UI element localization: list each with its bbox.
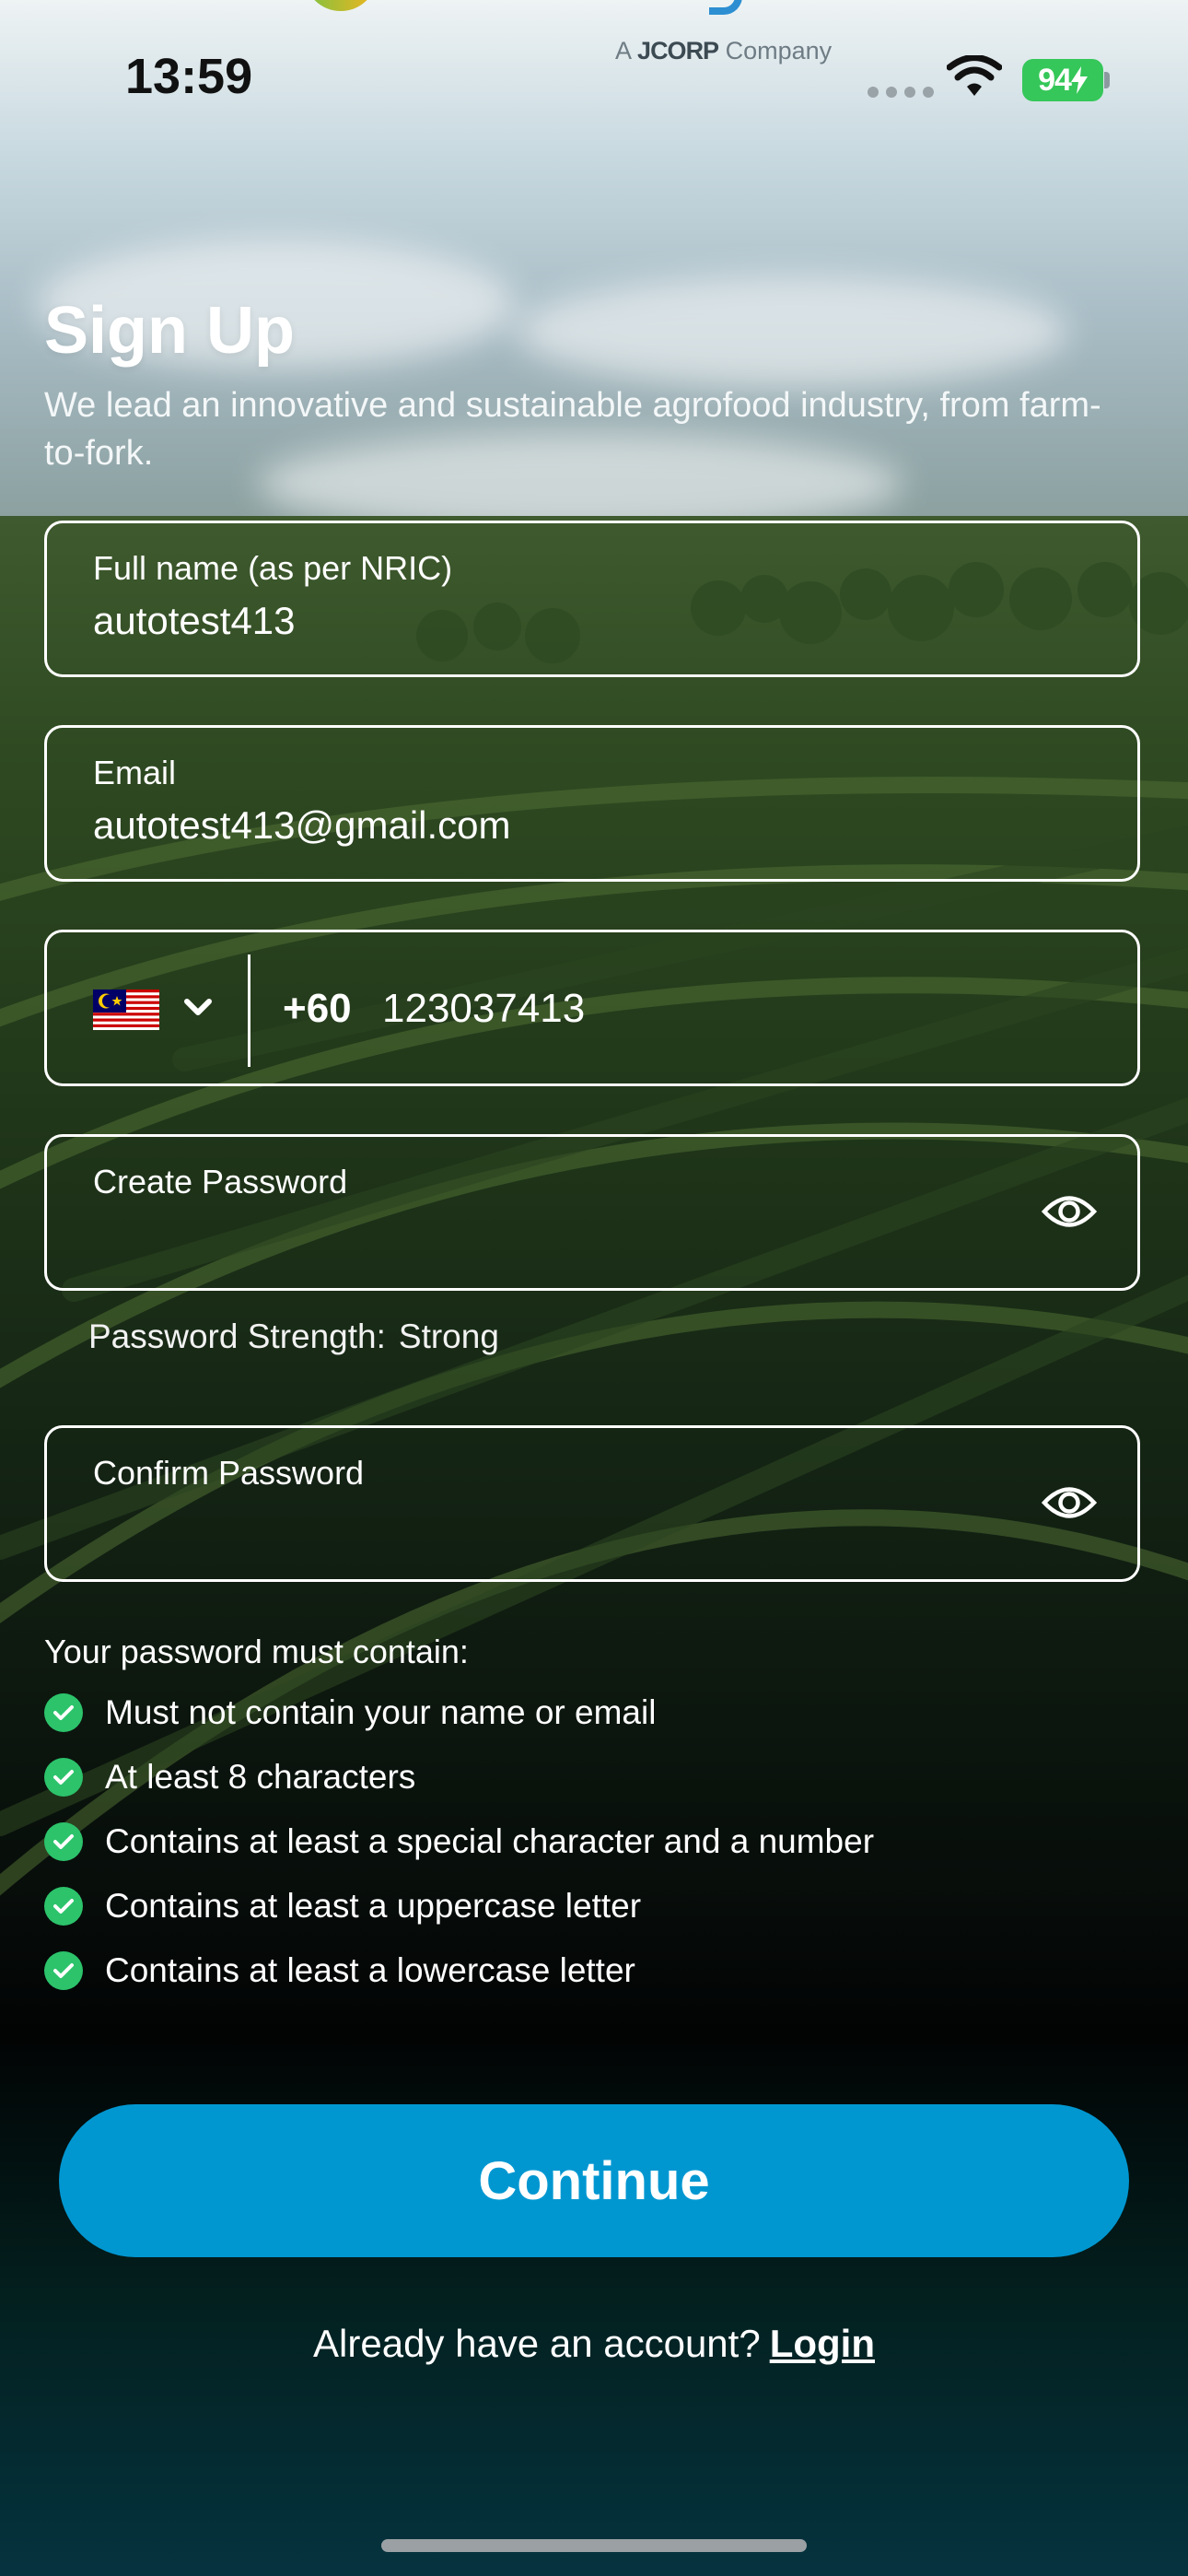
requirement-label: Contains at least a special character an… xyxy=(105,1822,875,1860)
requirement-item: Contains at least a uppercase letter xyxy=(44,1887,641,1926)
phone-field[interactable]: +60 123037413 xyxy=(44,930,1140,1086)
login-prompt: Already have an account? xyxy=(313,2322,761,2365)
create-password-field[interactable]: Create Password xyxy=(44,1134,1140,1291)
check-icon xyxy=(44,1693,83,1732)
wifi-icon xyxy=(947,55,1002,96)
create-password-label: Create Password xyxy=(93,1163,348,1200)
brand-tag-prefix: A xyxy=(615,37,631,64)
brand-tag-company: JCORP xyxy=(637,37,719,64)
eye-icon[interactable] xyxy=(1042,1481,1097,1524)
continue-button[interactable]: Continue xyxy=(59,2104,1129,2257)
phone-input[interactable]: 123037413 xyxy=(382,986,585,1032)
home-indicator xyxy=(381,2539,807,2552)
requirement-label: Must not contain your name or email xyxy=(105,1693,657,1731)
full-name-field[interactable]: Full name (as per NRIC) autotest413 xyxy=(44,521,1140,677)
requirement-label: At least 8 characters xyxy=(105,1758,416,1796)
check-icon xyxy=(44,1758,83,1797)
battery-tip xyxy=(1104,72,1110,88)
password-strength-label: Password Strength: xyxy=(88,1317,386,1355)
phone-divider xyxy=(248,954,250,1067)
login-link[interactable]: Login xyxy=(770,2322,875,2365)
full-name-input[interactable]: autotest413 xyxy=(93,599,296,643)
charging-bolt-icon xyxy=(1070,66,1088,94)
requirement-item: Contains at least a lowercase letter xyxy=(44,1951,635,1990)
page-title: Sign Up xyxy=(44,294,295,368)
requirement-item: At least 8 characters xyxy=(44,1758,415,1797)
page-subtitle: We lead an innovative and sustainable ag… xyxy=(44,386,1101,473)
password-strength: Password Strength: Strong xyxy=(88,1317,499,1356)
malaysia-flag-icon[interactable] xyxy=(93,989,159,1030)
requirements-title: Your password must contain: xyxy=(44,1633,469,1670)
chevron-down-icon[interactable] xyxy=(183,997,213,1019)
brand-tagline: A JCORP Company xyxy=(615,37,832,65)
country-code: +60 xyxy=(283,986,352,1031)
email-label: Email xyxy=(93,754,177,791)
eye-icon[interactable] xyxy=(1042,1190,1097,1233)
login-prompt-line: Already have an account? Login xyxy=(0,2322,1188,2366)
status-time: 13:59 xyxy=(125,49,253,104)
check-icon xyxy=(44,1951,83,1990)
requirement-item: Must not contain your name or email xyxy=(44,1693,656,1732)
battery-level: 94 xyxy=(1038,62,1072,98)
battery-indicator: 94 xyxy=(1022,59,1103,101)
password-strength-value: Strong xyxy=(398,1317,499,1355)
requirement-label: Contains at least a lowercase letter xyxy=(105,1951,635,1989)
requirement-label: Contains at least a uppercase letter xyxy=(105,1887,642,1925)
check-icon xyxy=(44,1887,83,1926)
check-icon xyxy=(44,1822,83,1861)
email-field[interactable]: Email autotest413@gmail.com xyxy=(44,725,1140,882)
confirm-password-label: Confirm Password xyxy=(93,1454,365,1492)
requirement-item: Contains at least a special character an… xyxy=(44,1822,874,1861)
confirm-password-field[interactable]: Confirm Password xyxy=(44,1425,1140,1582)
full-name-label: Full name (as per NRIC) xyxy=(93,549,453,587)
cellular-signal-icon xyxy=(868,87,934,98)
brand-tag-suffix: Company xyxy=(725,37,833,64)
email-input[interactable]: autotest413@gmail.com xyxy=(93,803,511,848)
